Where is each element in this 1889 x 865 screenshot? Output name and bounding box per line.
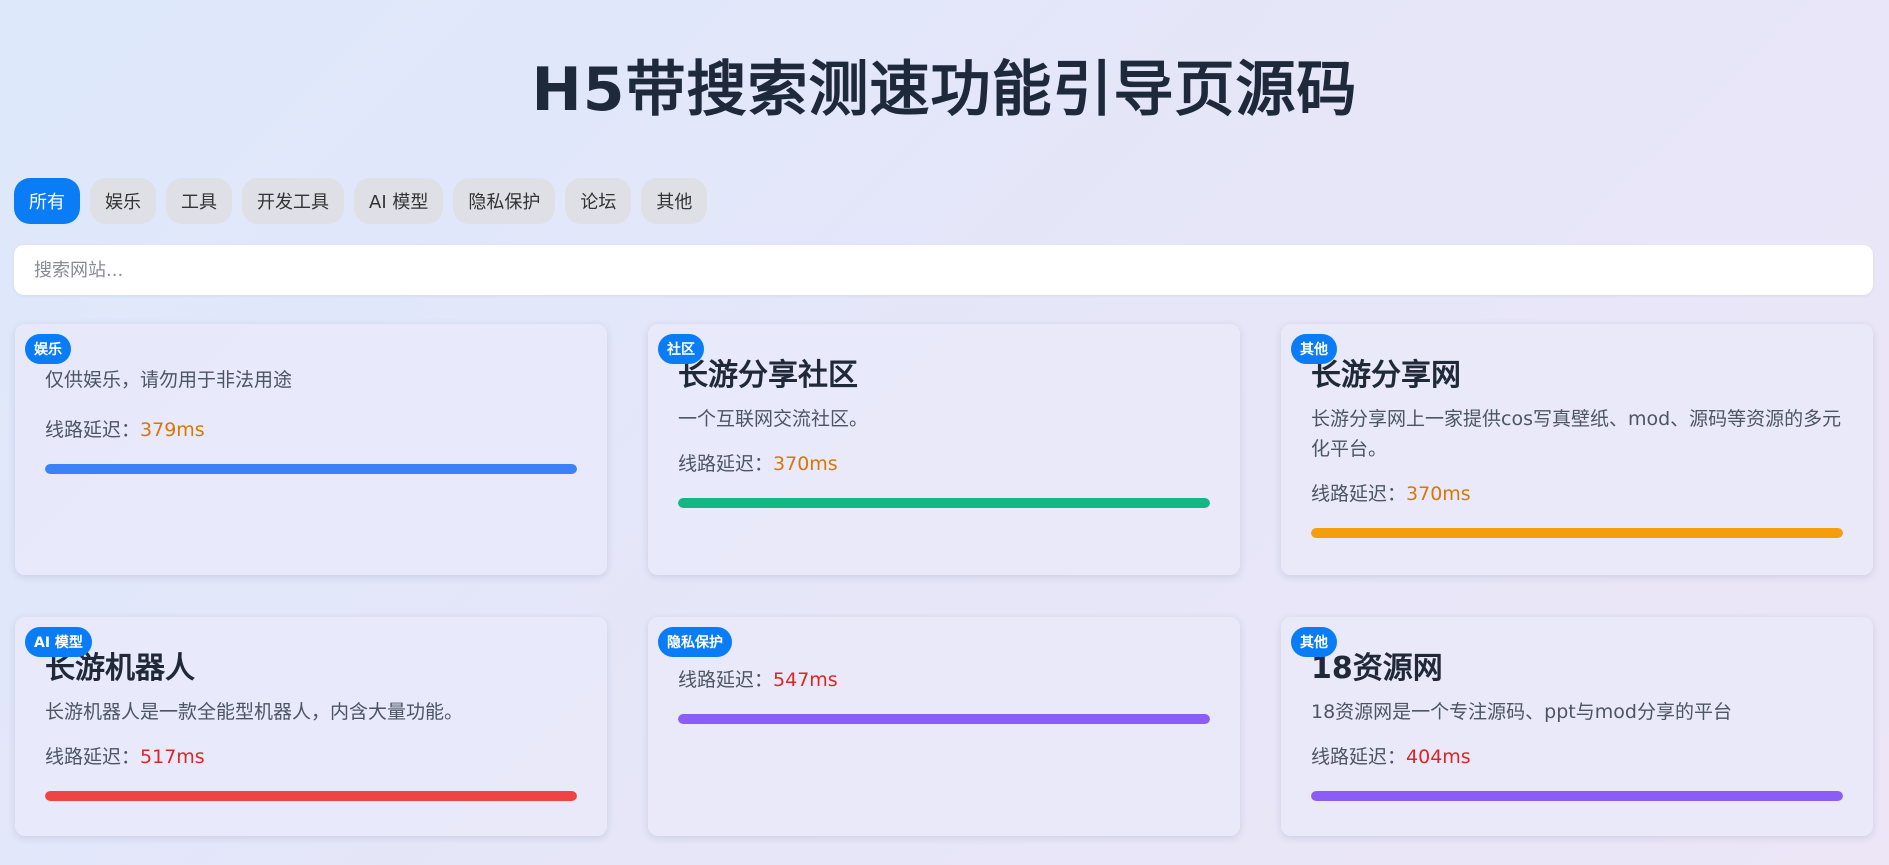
site-card[interactable]: 娱乐 仅供娱乐，请勿用于非法用途 线路延迟：379ms bbox=[15, 324, 607, 575]
filter-chip-entertainment[interactable]: 娱乐 bbox=[90, 178, 156, 224]
filter-chip-other[interactable]: 其他 bbox=[641, 178, 708, 224]
category-badge: 社区 bbox=[658, 334, 704, 364]
filter-chip-dev-tools[interactable]: 开发工具 bbox=[242, 178, 344, 224]
latency-value: 517ms bbox=[140, 746, 205, 768]
filter-chip-ai-models[interactable]: AI 模型 bbox=[354, 178, 444, 224]
latency-value: 404ms bbox=[1406, 746, 1471, 768]
filter-chip-all[interactable]: 所有 bbox=[14, 178, 80, 224]
latency-label: 线路延迟： bbox=[678, 669, 774, 691]
latency-bar bbox=[45, 791, 577, 801]
site-card[interactable]: 其他 长游分享网 长游分享网上一家提供cos写真壁纸、mod、源码等资源的多元化… bbox=[1281, 324, 1873, 575]
latency-label: 线路延迟： bbox=[1311, 746, 1407, 768]
category-badge: 其他 bbox=[1291, 334, 1337, 364]
latency-readout: 线路延迟：370ms bbox=[1311, 479, 1843, 509]
latency-readout: 线路延迟：370ms bbox=[678, 449, 1210, 479]
page-title: H5带搜索测速功能引导页源码 bbox=[531, 55, 1358, 125]
latency-readout: 线路延迟：404ms bbox=[1311, 742, 1843, 772]
latency-label: 线路延迟： bbox=[45, 746, 141, 768]
latency-value: 379ms bbox=[140, 419, 205, 441]
latency-label: 线路延迟： bbox=[678, 453, 774, 475]
site-title: 18资源网 bbox=[1311, 651, 1443, 686]
latency-bar-fill bbox=[45, 791, 577, 801]
site-card[interactable]: 隐私保护 线路延迟：547ms bbox=[648, 617, 1240, 836]
site-card[interactable]: 其他 18资源网 18资源网是一个专注源码、ppt与mod分享的平台 线路延迟：… bbox=[1281, 617, 1873, 836]
site-description: 18资源网是一个专注源码、ppt与mod分享的平台 bbox=[1311, 701, 1732, 723]
latency-bar-fill bbox=[1311, 791, 1843, 801]
latency-bar-fill bbox=[678, 498, 1210, 508]
site-title: 长游分享社区 bbox=[678, 358, 858, 393]
category-badge: 隐私保护 bbox=[658, 627, 732, 657]
site-card[interactable]: 社区 长游分享社区 一个互联网交流社区。 线路延迟：370ms bbox=[648, 324, 1240, 575]
latency-bar bbox=[678, 498, 1210, 508]
latency-value: 370ms bbox=[773, 453, 838, 475]
latency-readout: 线路延迟：517ms bbox=[45, 742, 577, 772]
site-description: 长游机器人是一款全能型机器人，内含大量功能。 bbox=[45, 701, 464, 723]
search-input[interactable] bbox=[14, 245, 1873, 295]
site-description: 仅供娱乐，请勿用于非法用途 bbox=[45, 369, 293, 391]
category-filter-bar: 所有 娱乐 工具 开发工具 AI 模型 隐私保护 论坛 其他 bbox=[14, 178, 708, 224]
filter-chip-tools[interactable]: 工具 bbox=[166, 178, 232, 224]
site-description: 长游分享网上一家提供cos写真壁纸、mod、源码等资源的多元化平台。 bbox=[1311, 408, 1842, 460]
filter-chip-privacy[interactable]: 隐私保护 bbox=[453, 178, 556, 224]
site-title: 长游机器人 bbox=[45, 651, 195, 686]
latency-label: 线路延迟： bbox=[1311, 483, 1407, 505]
latency-bar-fill bbox=[45, 464, 577, 474]
latency-value: 370ms bbox=[1406, 483, 1471, 505]
category-badge: 其他 bbox=[1291, 627, 1337, 657]
category-badge: 娱乐 bbox=[25, 334, 71, 364]
latency-bar bbox=[678, 714, 1210, 724]
category-badge: AI 模型 bbox=[25, 627, 92, 657]
latency-bar bbox=[45, 464, 577, 474]
latency-readout: 线路延迟：379ms bbox=[45, 415, 577, 445]
latency-bar-fill bbox=[678, 714, 1210, 724]
latency-value: 547ms bbox=[773, 669, 838, 691]
latency-bar-fill bbox=[1311, 528, 1843, 538]
latency-label: 线路延迟： bbox=[45, 419, 141, 441]
filter-chip-forum[interactable]: 论坛 bbox=[565, 178, 632, 224]
site-title: 长游分享网 bbox=[1311, 358, 1461, 393]
latency-readout: 线路延迟：547ms bbox=[678, 665, 1210, 695]
latency-bar bbox=[1311, 791, 1843, 801]
latency-bar bbox=[1311, 528, 1843, 538]
site-card[interactable]: AI 模型 长游机器人 长游机器人是一款全能型机器人，内含大量功能。 线路延迟：… bbox=[15, 617, 607, 836]
site-description: 一个互联网交流社区。 bbox=[678, 408, 869, 430]
